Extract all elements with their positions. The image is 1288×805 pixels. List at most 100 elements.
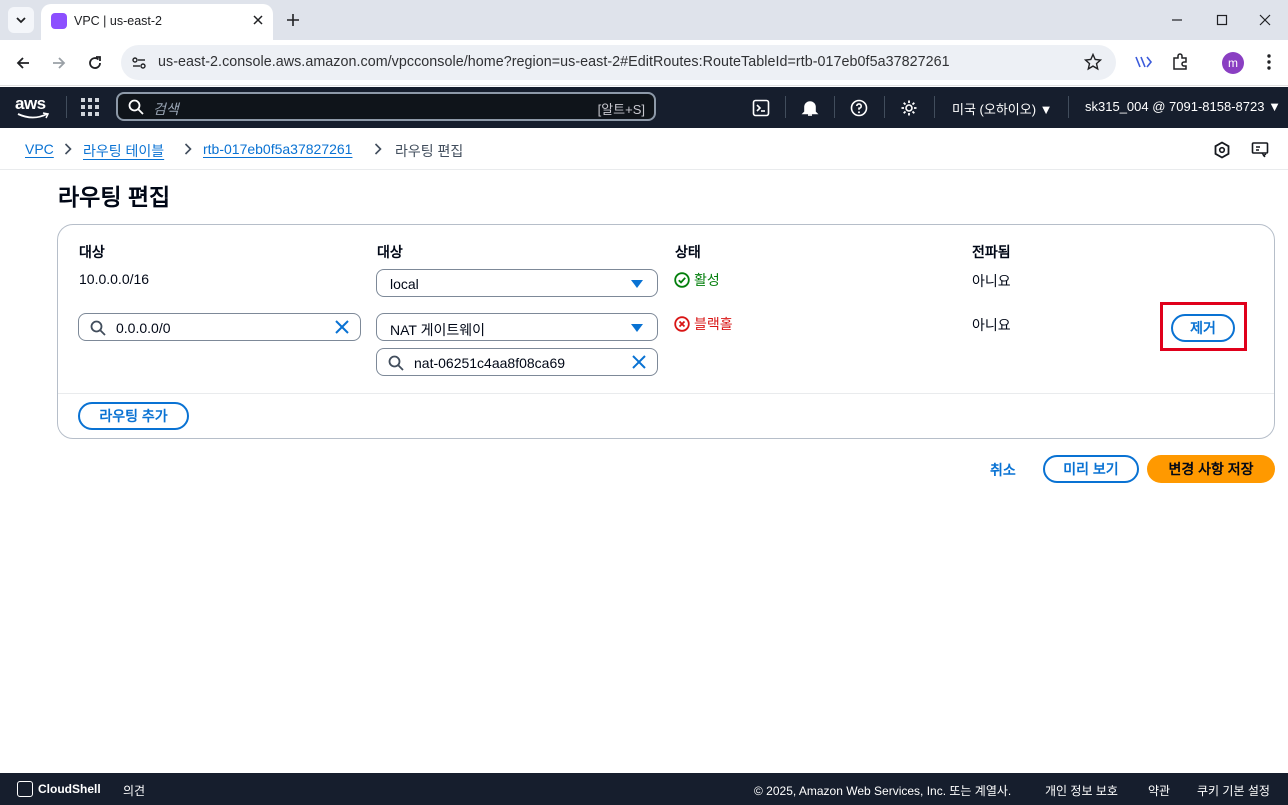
chevron-right-icon [182, 142, 194, 156]
address-bar[interactable]: us-east-2.console.aws.amazon.com/vpccons… [121, 45, 1116, 80]
more-vert-icon [1267, 54, 1271, 70]
clear-icon[interactable] [334, 319, 350, 335]
close-icon [253, 15, 263, 25]
destination-input[interactable]: 0.0.0.0/0 [78, 313, 361, 341]
maximize-button[interactable] [1210, 8, 1234, 32]
aws-search-input[interactable]: 검색 [알트+S] [116, 92, 656, 121]
propagated-value: 아니요 [972, 317, 1011, 333]
new-tab-button[interactable] [282, 9, 304, 31]
star-icon [1084, 53, 1102, 71]
close-icon [1259, 14, 1271, 26]
profile-avatar[interactable]: m [1222, 52, 1244, 74]
region-selector[interactable]: 미국 (오하이오) ▼ [952, 99, 1053, 118]
browser-tabstrip: VPC | us-east-2 [0, 0, 1288, 40]
terms-link[interactable]: 약관 [1148, 782, 1170, 799]
target-id-value: nat-06251c4aa8f08ca69 [414, 355, 566, 371]
gear-icon [901, 100, 917, 116]
help-button[interactable] [849, 98, 869, 118]
status-badge: 활성 [674, 270, 720, 290]
extension-icon [1135, 56, 1153, 68]
caret-down-icon: ▼ [1039, 102, 1053, 117]
routes-panel: 대상 대상 상태 전파됨 10.0.0.0/16 local 활성 아니요 0.… [57, 224, 1275, 439]
cloudshell-icon [17, 781, 33, 797]
back-button[interactable] [11, 51, 35, 75]
account-menu[interactable]: sk315_004 @ 7091-8158-8723 ▼ [1085, 99, 1281, 114]
chevron-down-icon [16, 17, 26, 24]
forward-button[interactable] [47, 51, 71, 75]
save-changes-button[interactable]: 변경 사항 저장 [1147, 455, 1275, 483]
hexagon-icon [1214, 141, 1230, 159]
breadcrumb-route-tables[interactable]: 라우팅 테이블 [83, 141, 164, 161]
divider [1068, 96, 1069, 118]
feedback-panel-button[interactable] [1250, 140, 1270, 160]
search-shortcut: [알트+S] [597, 102, 645, 117]
divider [834, 96, 835, 118]
bookmark-button[interactable] [1083, 52, 1103, 72]
divider [66, 96, 67, 118]
target-select[interactable]: local [376, 269, 658, 297]
breadcrumb-route-table-id[interactable]: rtb-017eb0f5a37827261 [203, 141, 352, 157]
column-header-destination: 대상 [79, 244, 105, 260]
target-select[interactable]: NAT 게이트웨이 [376, 313, 658, 341]
browser-tab-active[interactable]: VPC | us-east-2 [41, 4, 273, 40]
minimize-icon [1172, 19, 1182, 21]
clear-icon[interactable] [631, 354, 647, 370]
plus-icon [287, 14, 299, 26]
recent-resources-button[interactable] [1212, 140, 1232, 160]
extension-button[interactable] [1132, 51, 1154, 73]
preview-button[interactable]: 미리 보기 [1043, 455, 1139, 483]
back-icon [16, 57, 29, 69]
annotation-highlight-box [1160, 302, 1247, 351]
tab-search-button[interactable] [8, 7, 34, 33]
divider [58, 393, 1274, 394]
help-icon [850, 99, 868, 117]
cloudshell-link[interactable]: CloudShell [38, 782, 101, 796]
feedback-link[interactable]: 의견 [123, 782, 145, 799]
window-close-button[interactable] [1253, 8, 1277, 32]
page-title: 라우팅 편집 [58, 184, 171, 210]
tab-title: VPC | us-east-2 [74, 14, 163, 28]
notifications-button[interactable] [800, 98, 820, 118]
aws-logo[interactable]: aws [15, 94, 51, 120]
cookie-preferences-link[interactable]: 쿠키 기본 설정 [1197, 782, 1270, 799]
caret-down-icon [631, 324, 643, 332]
divider [884, 96, 885, 118]
chevron-right-icon [62, 142, 74, 156]
divider [785, 96, 786, 118]
breadcrumb-current: 라우팅 편집 [395, 143, 464, 159]
settings-button[interactable] [899, 98, 919, 118]
status-badge: 블랙홀 [674, 314, 733, 334]
tab-close-button[interactable] [248, 10, 268, 30]
search-icon [128, 99, 144, 115]
browser-toolbar: us-east-2.console.aws.amazon.com/vpccons… [0, 40, 1288, 86]
puzzle-icon [1173, 53, 1187, 70]
grid-icon[interactable] [81, 98, 99, 116]
browser-menu-button[interactable] [1258, 51, 1280, 73]
reload-button[interactable] [83, 51, 107, 75]
caret-down-icon: ▼ [1268, 99, 1281, 114]
url-text[interactable]: us-east-2.console.aws.amazon.com/vpccons… [158, 54, 950, 70]
error-circle-icon [674, 316, 690, 332]
privacy-link[interactable]: 개인 정보 보호 [1045, 782, 1118, 799]
breadcrumb: VPC 라우팅 테이블 rtb-017eb0f5a37827261 라우팅 편집 [0, 128, 1288, 170]
cancel-button[interactable]: 취소 [990, 460, 1016, 480]
divider [934, 96, 935, 118]
minimize-button[interactable] [1165, 8, 1189, 32]
search-icon [388, 355, 404, 371]
reload-icon [89, 56, 101, 69]
breadcrumb-vpc[interactable]: VPC [25, 141, 54, 157]
column-header-propagated: 전파됨 [972, 244, 1011, 260]
add-route-button[interactable]: 라우팅 추가 [78, 402, 189, 430]
vpc-favicon [51, 13, 67, 29]
aws-top-navigation: aws 검색 [알트+S] 미국 (오하이오) ▼ sk315_004 @ 70… [0, 87, 1288, 128]
cloudshell-button[interactable] [751, 98, 771, 118]
extensions-menu-button[interactable] [1169, 51, 1191, 73]
maximize-icon [1216, 14, 1228, 26]
screen-icon [1251, 142, 1269, 158]
target-select-value: NAT 게이트웨이 [390, 322, 485, 338]
site-info-icon[interactable] [130, 54, 148, 72]
check-circle-icon [674, 272, 690, 288]
propagated-value: 아니요 [972, 273, 1011, 289]
search-icon [90, 320, 106, 336]
target-id-input[interactable]: nat-06251c4aa8f08ca69 [376, 348, 658, 376]
